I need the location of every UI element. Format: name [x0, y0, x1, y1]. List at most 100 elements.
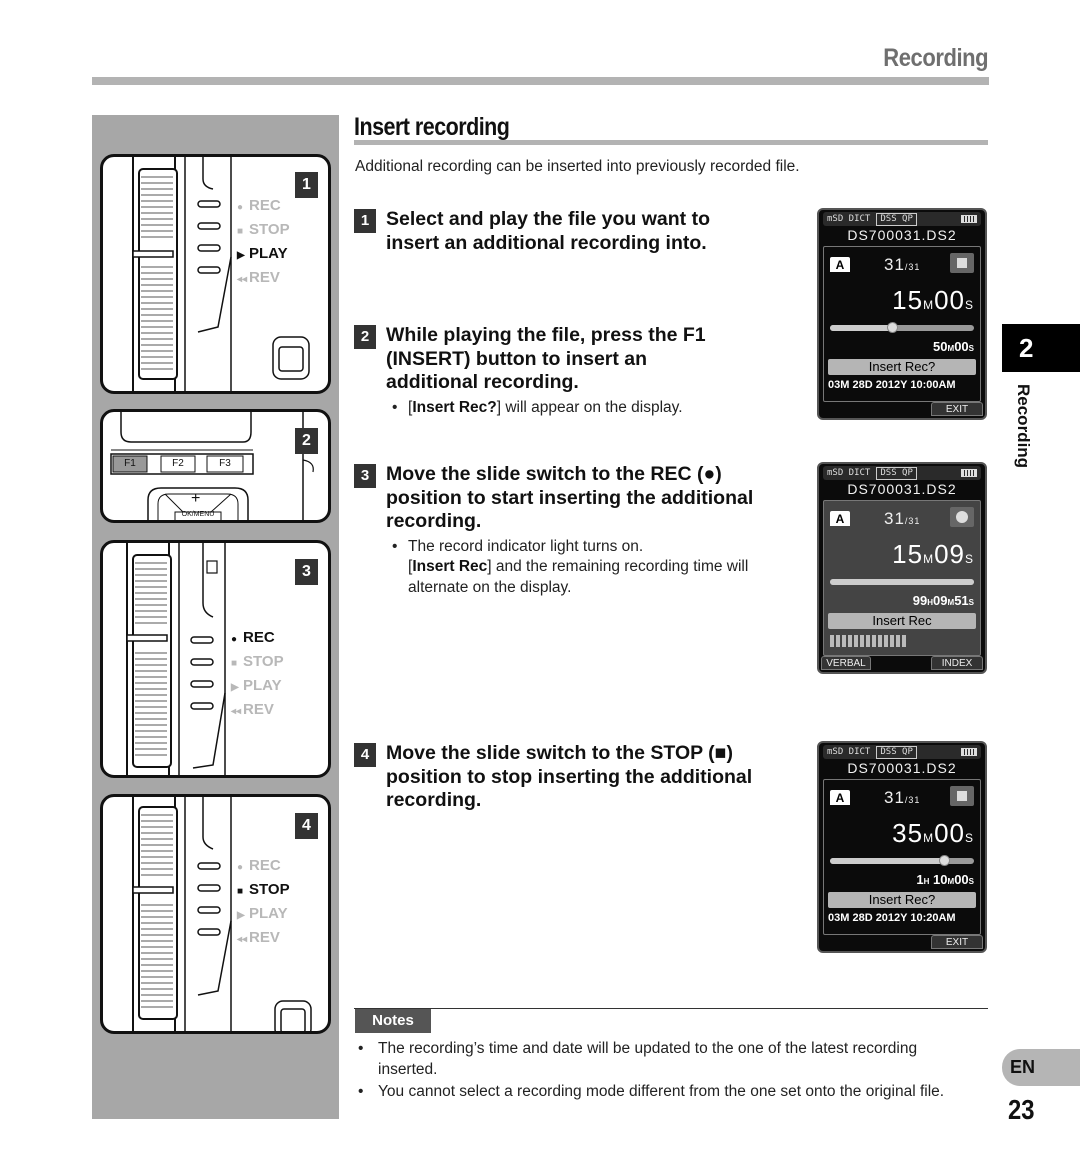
- stop-square-icon: ■: [237, 226, 244, 237]
- lcd-message: Insert Rec: [828, 613, 976, 629]
- note-item: You cannot select a recording mode diffe…: [356, 1082, 966, 1103]
- step-note: The record indicator light turns on.[Ins…: [392, 537, 794, 599]
- lcd-message: Insert Rec?: [828, 892, 976, 908]
- step-2: 2 While playing the file, press the F1 (…: [354, 324, 734, 418]
- level-meter: [830, 635, 908, 647]
- step-instruction: While playing the file, press the F1 (IN…: [386, 324, 706, 393]
- lcd-file-count: 31/31: [884, 509, 921, 528]
- rewind-icon: ◂◂: [231, 706, 242, 717]
- lcd-screen-step-2: mSD DICT DSS QP DS700031.DS2 A 31/31 15M0…: [817, 208, 987, 420]
- lcd-message: Insert Rec?: [828, 359, 976, 375]
- index-softkey: INDEX: [931, 656, 983, 670]
- lcd-status-bar: mSD DICT DSS QP: [823, 466, 981, 480]
- lcd-screen-step-4: mSD DICT DSS QP DS700031.DS2 A 31/31 35M0…: [817, 741, 987, 953]
- exit-softkey: EXIT: [931, 935, 983, 949]
- lcd-elapsed-time: 35M00S: [892, 818, 974, 848]
- chapter-label: Recording: [1014, 384, 1033, 469]
- notes-heading: Notes: [355, 1009, 431, 1033]
- ok-menu-button: OK/MENU: [181, 511, 215, 518]
- step-instruction: Select and play the file you want to ins…: [386, 208, 710, 254]
- folder-icon: A: [830, 790, 850, 805]
- battery-icon: [961, 215, 977, 223]
- step-3: 3 Move the slide switch to the REC (●) p…: [354, 463, 794, 598]
- step-instruction: Move the slide switch to the REC (●) pos…: [386, 463, 754, 532]
- step-number: 2: [354, 325, 376, 349]
- illustration-column: 1 ● REC ■ STOP ▶ PLAY ◂◂ REV 2 F1 F2 F3 +: [92, 115, 339, 1119]
- position-play: ▶ PLAY: [237, 243, 290, 267]
- folder-icon: A: [830, 257, 850, 272]
- position-stop: ■ STOP: [237, 219, 290, 243]
- progress-fill: [830, 579, 974, 585]
- step-1: 1 Select and play the file you want to i…: [354, 208, 754, 255]
- lcd-elapsed-time: 15M09S: [892, 539, 974, 569]
- progress-fill: [830, 858, 944, 864]
- stop-square-icon: ■: [237, 886, 244, 897]
- lcd-datetime: 03M 28D 2012Y 10:20AM: [828, 912, 956, 924]
- illustration-badge: 3: [295, 559, 318, 585]
- lcd-screen-step-3: mSD DICT DSS QP DS700031.DS2 A 31/31 15M0…: [817, 462, 987, 674]
- lcd-file-count: 31/31: [884, 788, 921, 807]
- battery-icon: [961, 748, 977, 756]
- lcd-file-count: 31/31: [884, 255, 921, 274]
- play-triangle-icon: ▶: [237, 250, 245, 261]
- lcd-progress-bar: [830, 855, 974, 866]
- lcd-progress-bar: [830, 579, 974, 585]
- page-number: 23: [1008, 1094, 1035, 1125]
- play-triangle-icon: ▶: [237, 910, 245, 921]
- progress-knob: [938, 855, 950, 866]
- f3-button: F3: [219, 458, 231, 469]
- illustration-step-4: 4 ● REC ■ STOP ▶ PLAY ◂◂ REV: [100, 794, 331, 1034]
- illustration-step-2: 2 F1 F2 F3 + OK/MENU: [100, 409, 331, 523]
- lcd-panel: A 31/31 15M09S 99H09M51S Insert Rec: [823, 500, 981, 656]
- position-rev: ◂◂ REV: [237, 927, 290, 951]
- switch-position-labels: ● REC ■ STOP ▶ PLAY ◂◂ REV: [231, 627, 284, 723]
- position-rev: ◂◂ REV: [231, 699, 284, 723]
- lcd-progress-bar: [830, 322, 974, 333]
- exit-softkey: EXIT: [931, 402, 983, 416]
- f1-button: F1: [124, 458, 136, 469]
- rec-dot-icon: ●: [237, 202, 244, 213]
- illustration-badge: 2: [295, 428, 318, 454]
- switch-position-labels: ● REC ■ STOP ▶ PLAY ◂◂ REV: [237, 195, 290, 291]
- lcd-status-bar: mSD DICT DSS QP: [823, 745, 981, 759]
- note-item: The recording’s time and date will be up…: [356, 1039, 966, 1080]
- rewind-icon: ◂◂: [237, 934, 248, 945]
- position-stop: ■ STOP: [237, 879, 290, 903]
- lcd-filename: DS700031.DS2: [847, 481, 957, 497]
- chapter-number-tab: 2: [1002, 324, 1080, 372]
- lcd-panel: A 31/31 15M00S 50M00S Insert Rec? 03M 28…: [823, 246, 981, 402]
- lcd-datetime: 03M 28D 2012Y 10:00AM: [828, 379, 956, 391]
- position-play: ▶ PLAY: [237, 903, 290, 927]
- step-number: 4: [354, 743, 376, 767]
- step-number: 1: [354, 209, 376, 233]
- rec-dot-icon: ●: [237, 862, 244, 873]
- play-triangle-icon: ▶: [231, 682, 239, 693]
- lcd-panel: A 31/31 35M00S 1H 10M00S Insert Rec? 03M…: [823, 779, 981, 935]
- notes-rule: [354, 1008, 988, 1009]
- position-rec: ● REC: [237, 195, 290, 219]
- battery-icon: [961, 469, 977, 477]
- stop-square-icon: ■: [231, 658, 238, 669]
- rec-dot-icon: ●: [231, 634, 238, 645]
- illustration-badge: 4: [295, 813, 318, 839]
- language-tab: EN: [1002, 1049, 1080, 1086]
- lcd-elapsed-time: 15M00S: [892, 285, 974, 315]
- illustration-step-3: 3 ● REC ■ STOP ▶ PLAY ◂◂ REV: [100, 540, 331, 778]
- position-stop: ■ STOP: [231, 651, 284, 675]
- folder-icon: A: [830, 511, 850, 526]
- section-intro: Additional recording can be inserted int…: [355, 158, 800, 175]
- position-play: ▶ PLAY: [231, 675, 284, 699]
- step-number: 3: [354, 464, 376, 488]
- notes-list: The recording’s time and date will be up…: [356, 1039, 966, 1105]
- lcd-status-bar: mSD DICT DSS QP: [823, 212, 981, 226]
- step-4: 4 Move the slide switch to the STOP (■) …: [354, 742, 794, 813]
- lcd-total-time: 1H 10M00S: [916, 872, 974, 887]
- position-rev: ◂◂ REV: [237, 267, 290, 291]
- illustration-badge: 1: [295, 172, 318, 198]
- progress-knob: [886, 322, 898, 333]
- step-instruction: Move the slide switch to the STOP (■) po…: [386, 742, 753, 811]
- plus-icon: +: [191, 490, 201, 507]
- stop-icon: [950, 786, 974, 806]
- position-rec: ● REC: [237, 855, 290, 879]
- rewind-icon: ◂◂: [237, 274, 248, 285]
